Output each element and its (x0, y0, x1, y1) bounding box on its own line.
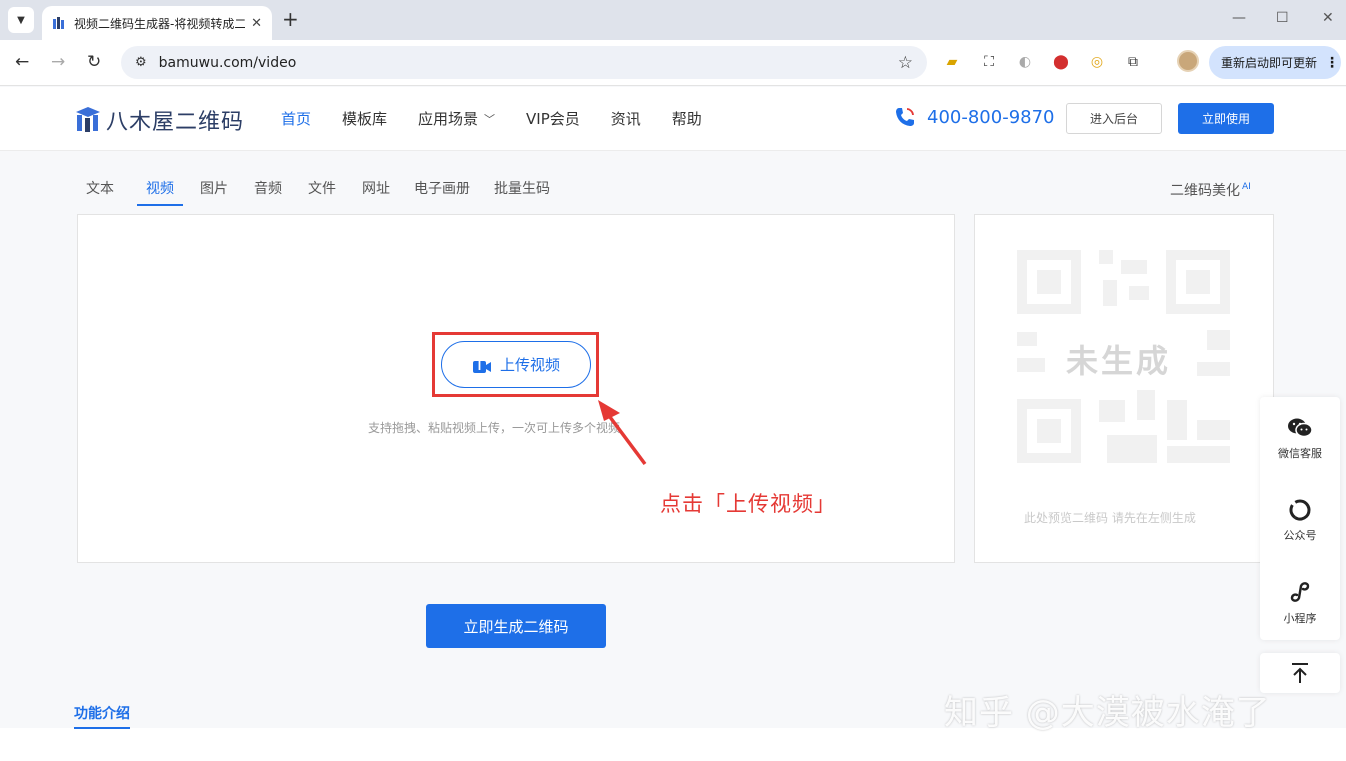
forward-icon[interactable]: → (51, 53, 65, 71)
annotation-arrow-icon (598, 400, 647, 466)
video-upload-icon (472, 355, 491, 373)
generate-qr-button[interactable]: 立即生成二维码 (426, 604, 606, 648)
enter-backend-button[interactable]: 进入后台 (1066, 103, 1162, 134)
ai-badge: AI (1242, 182, 1251, 193)
back-icon[interactable]: ← (15, 53, 29, 71)
feature-intro-tab[interactable]: 功能介绍 (74, 703, 130, 729)
site-favicon-icon (53, 17, 64, 29)
close-tab-icon[interactable]: ✕ (251, 16, 262, 31)
zhihu-watermark: 知乎 @大漠被水淹了 (944, 693, 1271, 733)
qr-type-tabs: 文本 视频 图片 音频 文件 网址 电子画册 批量生码 (77, 178, 559, 206)
tab-batch[interactable]: 批量生码 (485, 178, 559, 206)
annotation-text: 点击「上传视频」 (660, 492, 836, 516)
extension-2-icon[interactable]: ◐ (1015, 52, 1035, 72)
wechat-icon (1288, 418, 1313, 438)
url-text: bamuwu.com/video (158, 54, 297, 71)
wechat-service-label: 微信客服 (1278, 447, 1322, 460)
official-account-icon (1289, 499, 1311, 521)
qr-not-generated-label: 未生成 (1066, 342, 1172, 380)
profile-avatar[interactable] (1177, 50, 1199, 72)
logo-mark-icon (76, 107, 100, 132)
upload-video-button[interactable]: 上传视频 (441, 341, 591, 388)
extension-4-icon[interactable]: ◎ (1087, 52, 1107, 72)
phone-number: 400-800-9870 (927, 106, 1055, 128)
browser-tab[interactable]: 视频二维码生成器-将视频转成二维码 ✕ (42, 6, 272, 40)
tab-list-icon[interactable]: ▼ (8, 7, 34, 33)
minimize-icon[interactable]: — (1232, 10, 1246, 26)
tab-text[interactable]: 文本 (77, 178, 123, 206)
address-toolbar: ← → ↻ ⚙ bamuwu.com/video ☆ ▰ ⛶ ◐ ⬤ ◎ ⧉ 重… (0, 40, 1346, 86)
nav-vip[interactable]: VIP会员 (526, 108, 580, 129)
nav-news[interactable]: 资讯 (611, 108, 641, 129)
mini-program-label: 小程序 (1283, 612, 1317, 625)
nav-scenarios-label: 应用场景 (418, 110, 479, 128)
mini-program-button[interactable]: 小程序 (1260, 563, 1340, 643)
tab-url[interactable]: 网址 (353, 178, 399, 206)
new-tab-icon[interactable]: + (282, 9, 299, 29)
screenshot-icon[interactable]: ⛶ (979, 52, 999, 72)
update-label: 重新启动即可更新 (1221, 56, 1318, 70)
omnibox[interactable]: ⚙ bamuwu.com/video ☆ (121, 46, 927, 79)
tab-audio[interactable]: 音频 (245, 178, 291, 206)
window-close-icon[interactable]: ✕ (1322, 10, 1334, 26)
tab-title: 视频二维码生成器-将视频转成二维码 (74, 16, 246, 31)
bookmark-star-icon[interactable]: ☆ (898, 53, 913, 73)
phone-contact: 400-800-9870 (893, 105, 1055, 129)
browser-tab-bar: ▼ 视频二维码生成器-将视频转成二维码 ✕ + — ☐ ✕ (0, 0, 1346, 40)
official-account-label: 公众号 (1283, 529, 1317, 542)
phone-icon (896, 108, 914, 126)
chevron-down-icon: ﹀ (484, 112, 496, 126)
upload-video-label: 上传视频 (499, 356, 560, 374)
main-nav: 首页 模板库 应用场景 ﹀ VIP会员 资讯 帮助 (281, 108, 733, 129)
extension-3-icon[interactable]: ⬤ (1051, 52, 1071, 72)
site-info-icon[interactable]: ⚙ (135, 55, 147, 70)
tab-video[interactable]: 视频 (137, 178, 183, 206)
nav-scenarios[interactable]: 应用场景 ﹀ (418, 108, 495, 129)
nav-home[interactable]: 首页 (281, 108, 311, 129)
nav-help[interactable]: 帮助 (672, 108, 702, 129)
official-account-button[interactable]: 公众号 (1260, 481, 1340, 561)
maximize-icon[interactable]: ☐ (1276, 10, 1289, 26)
arrow-up-icon (1292, 663, 1308, 683)
tab-file[interactable]: 文件 (299, 178, 345, 206)
mini-program-icon (1290, 582, 1310, 602)
site-header: 八木屋二维码 首页 模板库 应用场景 ﹀ VIP会员 资讯 帮助 400-800… (0, 87, 1346, 151)
menu-dots-icon: ⋮ (1325, 54, 1340, 71)
upload-hint: 支持拖拽、粘贴视频上传，一次可上传多个视频 (368, 421, 621, 435)
extension-1-icon[interactable]: ▰ (942, 52, 962, 72)
back-to-top-button[interactable] (1260, 653, 1340, 693)
beautify-label: 二维码美化 (1170, 183, 1240, 199)
qr-beautify-link[interactable]: 二维码美化 AI (1170, 180, 1251, 200)
tab-image[interactable]: 图片 (191, 178, 237, 206)
side-float-panel: 微信客服 公众号 小程序 (1260, 397, 1340, 640)
logo-text: 八木屋二维码 (106, 110, 245, 135)
preview-hint: 此处预览二维码 请先在左侧生成 (1024, 511, 1196, 525)
site-logo[interactable]: 八木屋二维码 (74, 104, 244, 136)
wechat-service-button[interactable]: 微信客服 (1260, 399, 1340, 479)
update-button[interactable]: 重新启动即可更新 ⋮ (1209, 46, 1341, 79)
reload-icon[interactable]: ↻ (87, 53, 101, 71)
extensions-puzzle-icon[interactable]: ⧉ (1123, 52, 1143, 72)
use-now-button[interactable]: 立即使用 (1178, 103, 1274, 134)
nav-templates[interactable]: 模板库 (342, 108, 387, 129)
tab-ebook[interactable]: 电子画册 (405, 178, 479, 206)
